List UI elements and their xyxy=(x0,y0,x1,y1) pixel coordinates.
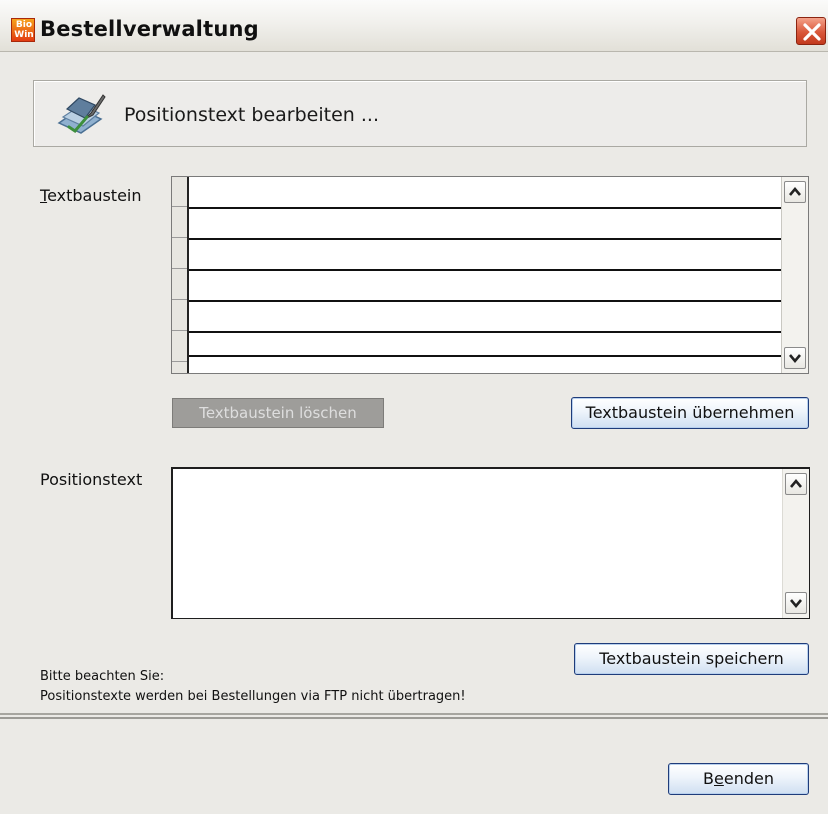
row-header[interactable] xyxy=(172,332,187,362)
divider xyxy=(0,717,828,719)
row-header[interactable] xyxy=(172,177,187,207)
table-row[interactable] xyxy=(189,209,782,240)
close-window-button[interactable] xyxy=(796,17,826,45)
logo-text-bottom: Win xyxy=(14,30,34,40)
close-icon xyxy=(803,23,821,41)
delete-textbaustein-button[interactable]: Textbaustein löschen xyxy=(172,398,384,428)
row-header[interactable] xyxy=(172,239,187,269)
chevron-down-icon xyxy=(789,354,801,364)
apply-textbaustein-button[interactable]: Textbaustein übernehmen xyxy=(571,397,809,429)
chevron-up-icon xyxy=(789,186,801,196)
notice-heading: Bitte beachten Sie: xyxy=(40,669,165,684)
chevron-down-icon xyxy=(790,599,802,609)
edit-document-icon xyxy=(57,94,106,134)
header-panel: Positionstext bearbeiten ... xyxy=(33,80,807,147)
scroll-down-button[interactable] xyxy=(784,347,806,369)
row-header[interactable] xyxy=(172,301,187,331)
save-textbaustein-button[interactable]: Textbaustein speichern xyxy=(574,643,809,675)
table-row[interactable] xyxy=(189,271,782,302)
close-button-post: enden xyxy=(723,769,774,788)
table-row[interactable] xyxy=(189,302,782,333)
textbaustein-label: Textbaustein xyxy=(40,186,142,205)
header-title: Positionstext bearbeiten ... xyxy=(124,104,379,126)
grid-scrollbar[interactable] xyxy=(781,177,808,373)
notice-text: Positionstexte werden bei Bestellungen v… xyxy=(40,689,466,704)
textarea-scrollbar[interactable] xyxy=(782,469,809,618)
scroll-up-button[interactable] xyxy=(784,181,806,203)
close-button[interactable]: Beenden xyxy=(668,763,809,795)
close-button-pre: B xyxy=(703,769,714,788)
positionstext-label: Positionstext xyxy=(40,470,143,489)
positionstext-textarea[interactable] xyxy=(171,467,810,619)
app-logo-icon: Bio Win xyxy=(11,18,35,42)
divider xyxy=(0,713,828,715)
row-header[interactable] xyxy=(172,270,187,300)
close-button-mnemonic: e xyxy=(714,769,724,788)
dialog-window: Bio Win Bestellverwaltung Positionstext … xyxy=(0,0,828,814)
row-header[interactable] xyxy=(172,208,187,238)
textbaustein-label-rest: extbaustein xyxy=(47,186,142,205)
table-row[interactable] xyxy=(189,333,782,357)
title-bar[interactable]: Bio Win Bestellverwaltung xyxy=(0,0,828,52)
textbaustein-label-mnemonic: T xyxy=(40,186,48,205)
table-row[interactable] xyxy=(189,177,782,209)
scroll-down-button[interactable] xyxy=(785,592,807,614)
table-row[interactable] xyxy=(189,240,782,271)
window-title: Bestellverwaltung xyxy=(40,17,259,41)
scroll-up-button[interactable] xyxy=(785,473,807,495)
chevron-up-icon xyxy=(790,478,802,488)
textbaustein-grid[interactable] xyxy=(171,176,809,374)
logo-text-top: Bio xyxy=(15,20,33,30)
grid-row-headers xyxy=(172,177,189,373)
